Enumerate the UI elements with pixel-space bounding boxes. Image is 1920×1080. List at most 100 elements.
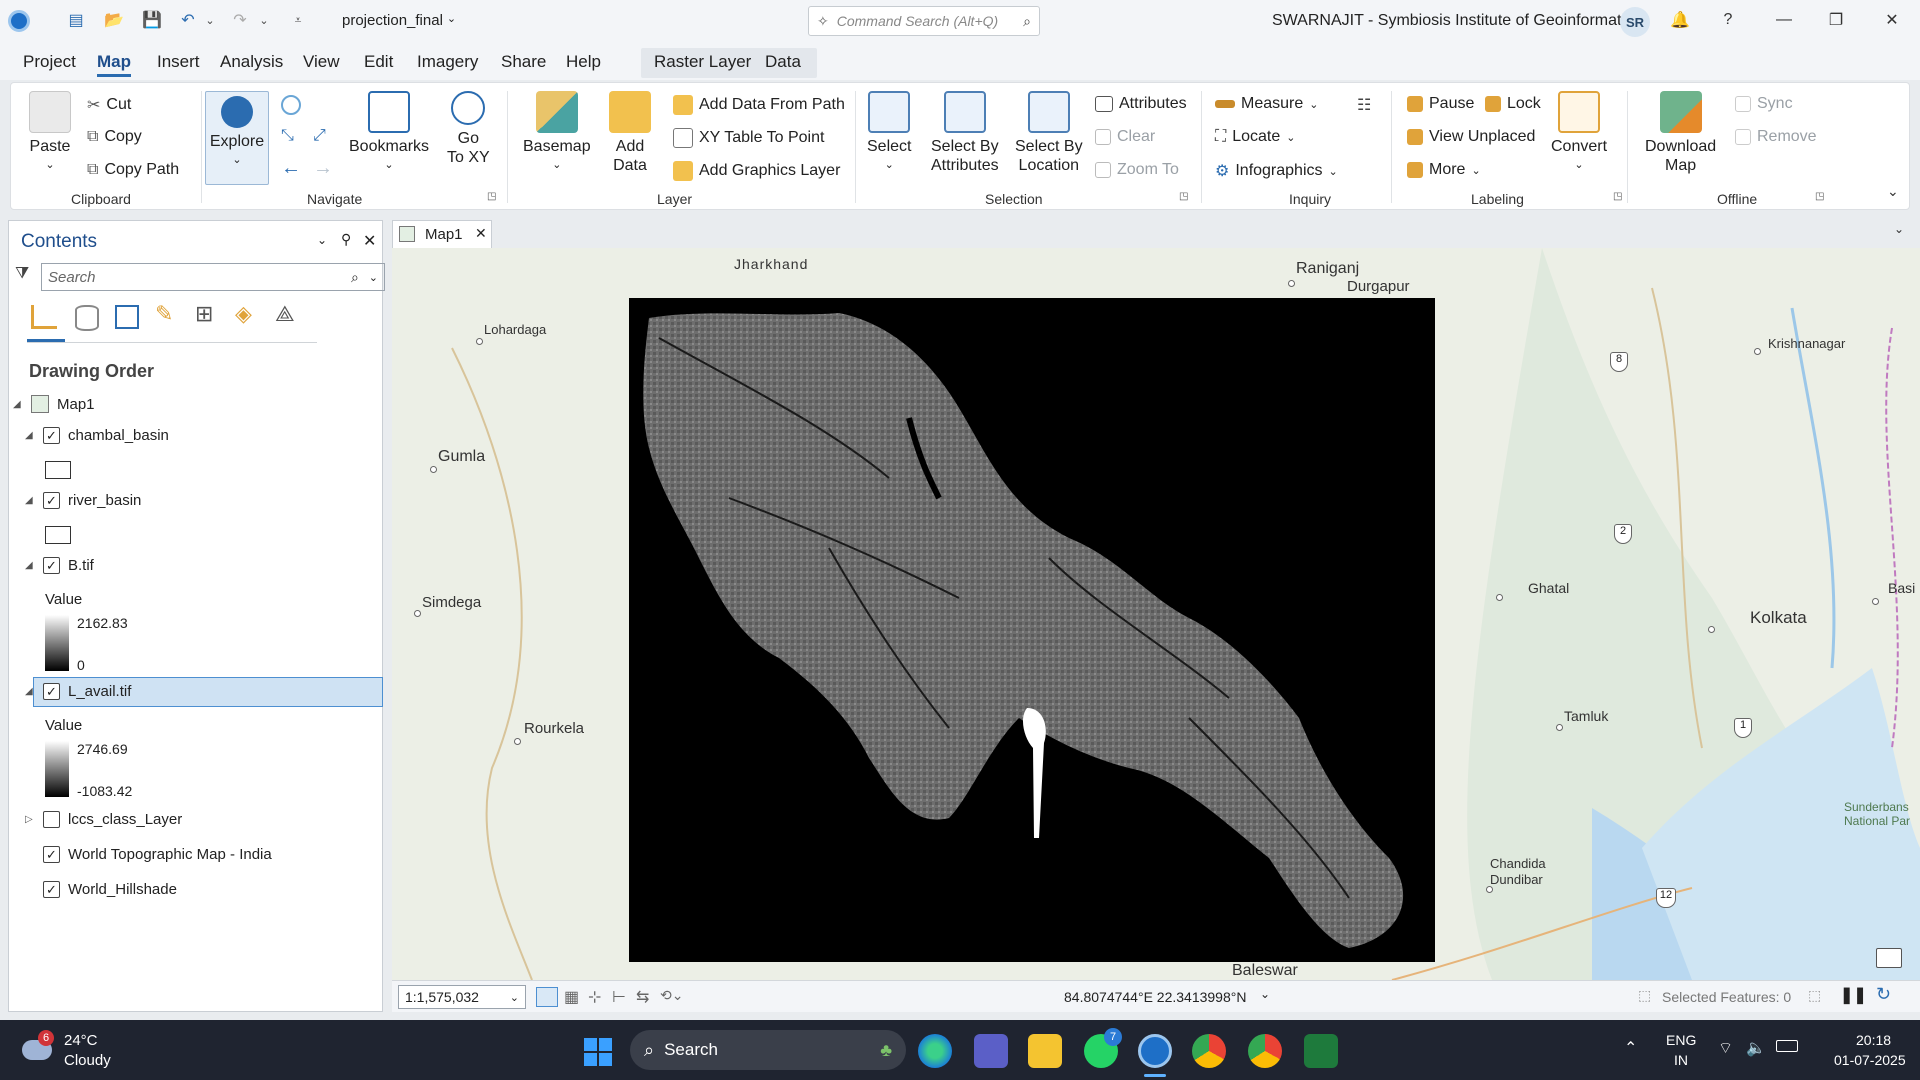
menu-map[interactable]: Map <box>97 52 131 77</box>
contents-search[interactable]: Search ⌕ ⌄ <box>41 263 385 291</box>
tab-raster-layer[interactable]: Raster Layer <box>654 52 751 72</box>
start-windows-icon[interactable] <box>584 1038 612 1066</box>
measure-button[interactable]: Measure ⌄ <box>1215 95 1318 113</box>
show-hidden-icons-icon[interactable]: ⌃ <box>1624 1038 1637 1058</box>
attributes-button[interactable]: Attributes <box>1095 95 1187 113</box>
bookmarks-button[interactable]: Bookmarks ⌄ <box>349 91 429 175</box>
list-by-labeling-icon[interactable]: ◈ <box>235 301 252 327</box>
select-by-location-button[interactable]: Select By Location <box>1015 91 1083 175</box>
pause-button[interactable]: Pause <box>1407 95 1474 113</box>
list-by-editing-icon[interactable]: ✎ <box>155 301 173 327</box>
menu-imagery[interactable]: Imagery <box>417 52 478 72</box>
add-data-from-path-button[interactable]: Add Data From Path <box>673 95 845 115</box>
map-node[interactable]: ◢ Map1 <box>13 395 95 413</box>
layer-row-chambal-basin[interactable]: ◢ ✓ chambal_basin <box>25 427 169 444</box>
infographics-button[interactable]: ⚙ Infographics ⌄ <box>1215 161 1338 181</box>
menu-project[interactable]: Project <box>23 52 76 72</box>
snapping-icon[interactable]: ⊹ <box>588 987 601 1007</box>
file-explorer-icon[interactable] <box>1028 1034 1062 1068</box>
contents-search-input[interactable]: Search <box>48 269 351 286</box>
forward-arrow-icon[interactable]: → <box>313 157 333 180</box>
menu-share[interactable]: Share <box>501 52 546 72</box>
customize-toolbar-icon[interactable]: ⩡ <box>286 8 310 32</box>
wifi-icon[interactable]: ⌔ <box>1718 1038 1733 1058</box>
copy-path-button[interactable]: ⧉ Copy Path <box>87 161 179 179</box>
minimize-icon[interactable]: — <box>1772 8 1796 32</box>
command-search[interactable]: ✧ Command Search (Alt+Q) ⌕ <box>808 6 1040 36</box>
sync-button[interactable]: Sync <box>1735 95 1793 113</box>
teams-icon[interactable] <box>974 1034 1008 1068</box>
go-to-xy-button[interactable]: Go To XY <box>447 91 490 167</box>
list-by-selection-icon[interactable] <box>115 305 139 329</box>
collapse-ribbon-icon[interactable]: ⌄ <box>1887 183 1899 200</box>
basemap-button[interactable]: Basemap ⌄ <box>523 91 591 175</box>
more-tools-icon[interactable]: ⟲⌄ <box>660 987 683 1004</box>
notification-bell-icon[interactable]: 🔔 <box>1668 8 1692 32</box>
menu-edit[interactable]: Edit <box>364 52 393 72</box>
undo-dropdown-icon[interactable]: ⌄ <box>198 8 222 32</box>
pin-icon[interactable]: ⚲ <box>341 231 351 248</box>
collapse-triangle-icon[interactable]: ▷ <box>25 814 35 825</box>
taskbar-search[interactable]: ⌕ Search ♣ <box>630 1030 906 1070</box>
grayscale-ramp[interactable] <box>45 741 69 797</box>
xy-table-to-point-button[interactable]: XY Table To Point <box>673 128 824 148</box>
copy-button[interactable]: ⧉ Copy <box>87 128 142 146</box>
layer-row-b-tif[interactable]: ◢ ✓ B.tif <box>25 557 94 574</box>
remove-button[interactable]: Remove <box>1735 128 1817 146</box>
restore-icon[interactable]: ❐ <box>1824 8 1848 32</box>
tab-overflow-icon[interactable]: ⌄ <box>1894 222 1904 236</box>
cut-button[interactable]: ✂ Cut <box>87 95 131 115</box>
polygon-symbol[interactable] <box>45 526 71 544</box>
pane-options-icon[interactable]: ⌄ <box>317 233 327 247</box>
polygon-symbol[interactable] <box>45 461 71 479</box>
clock-date[interactable]: 01-07-2025 <box>1834 1052 1906 1068</box>
layer-row-world-topographic[interactable]: ✓ World Topographic Map - India <box>25 846 272 863</box>
select-button[interactable]: Select ⌄ <box>867 91 911 175</box>
add-graphics-layer-button[interactable]: Add Graphics Layer <box>673 161 840 181</box>
layer-visibility-checkbox[interactable]: ✓ <box>43 492 60 509</box>
close-icon[interactable]: ✕ <box>1880 8 1904 32</box>
expand-triangle-icon[interactable]: ◢ <box>25 430 35 441</box>
expand-triangle-icon[interactable]: ◢ <box>13 399 23 410</box>
help-icon[interactable]: ? <box>1716 8 1740 32</box>
layer-row-world-hillshade[interactable]: ✓ World_Hillshade <box>25 881 177 898</box>
layer-visibility-checkbox[interactable]: ✓ <box>43 427 60 444</box>
expand-triangle-icon[interactable]: ◢ <box>25 686 35 697</box>
refresh-icon[interactable]: ↻ <box>1876 984 1891 1005</box>
save-project-icon[interactable]: 💾 <box>140 8 164 32</box>
back-arrow-icon[interactable]: ← <box>281 157 301 180</box>
stocks-app-icon[interactable] <box>1304 1034 1338 1068</box>
clear-button[interactable]: Clear <box>1095 128 1155 146</box>
tab-map1[interactable]: Map1 ✕ <box>392 220 492 248</box>
volume-icon[interactable]: 🔈 <box>1746 1038 1766 1058</box>
view-unplaced-button[interactable]: View Unplaced <box>1407 128 1535 146</box>
full-extent-icon[interactable] <box>281 95 301 115</box>
layer-visibility-checkbox[interactable]: ✓ <box>43 846 60 863</box>
layer-visibility-checkbox[interactable]: ✓ <box>43 557 60 574</box>
explore-button[interactable]: Explore ⌄ <box>205 91 269 185</box>
menu-insert[interactable]: Insert <box>157 52 200 72</box>
list-by-drawing-order-icon[interactable] <box>31 305 57 329</box>
layer-visibility-checkbox[interactable] <box>43 811 60 828</box>
map-view[interactable]: Jharkhand Raniganj Durgapur Lohardaga Kr… <box>392 248 1920 980</box>
menu-analysis[interactable]: Analysis <box>220 52 283 72</box>
avatar[interactable]: SR <box>1620 7 1650 37</box>
redo-dropdown-icon[interactable]: ⌄ <box>252 8 276 32</box>
new-project-icon[interactable]: ▤ <box>64 8 88 32</box>
layer-row-river-basin[interactable]: ◢ ✓ river_basin <box>25 492 141 509</box>
filter-icon[interactable]: ⧩ <box>15 265 29 283</box>
menu-view[interactable]: View <box>303 52 340 72</box>
pause-drawing-icon[interactable]: ❚❚ <box>1840 985 1867 1005</box>
layer-visibility-checkbox[interactable]: ✓ <box>43 683 60 700</box>
launcher-icon[interactable]: ◳ <box>1815 191 1824 202</box>
layer-row-lccs-class[interactable]: ▷ lccs_class_Layer <box>25 811 182 828</box>
menu-help[interactable]: Help <box>566 52 601 72</box>
project-name[interactable]: projection_final ⌄ <box>342 12 456 29</box>
add-data-button[interactable]: Add Data <box>609 91 651 175</box>
locate-button[interactable]: ⛶ Locate ⌄ <box>1215 128 1295 146</box>
paste-button[interactable]: Paste ⌄ <box>29 91 71 175</box>
table-options-icon[interactable]: ☷ <box>1357 95 1371 115</box>
clear-selection-icon[interactable]: ⬚ <box>1808 987 1821 1004</box>
launcher-icon[interactable]: ◳ <box>487 191 496 202</box>
edge-browser-icon[interactable] <box>918 1034 952 1068</box>
